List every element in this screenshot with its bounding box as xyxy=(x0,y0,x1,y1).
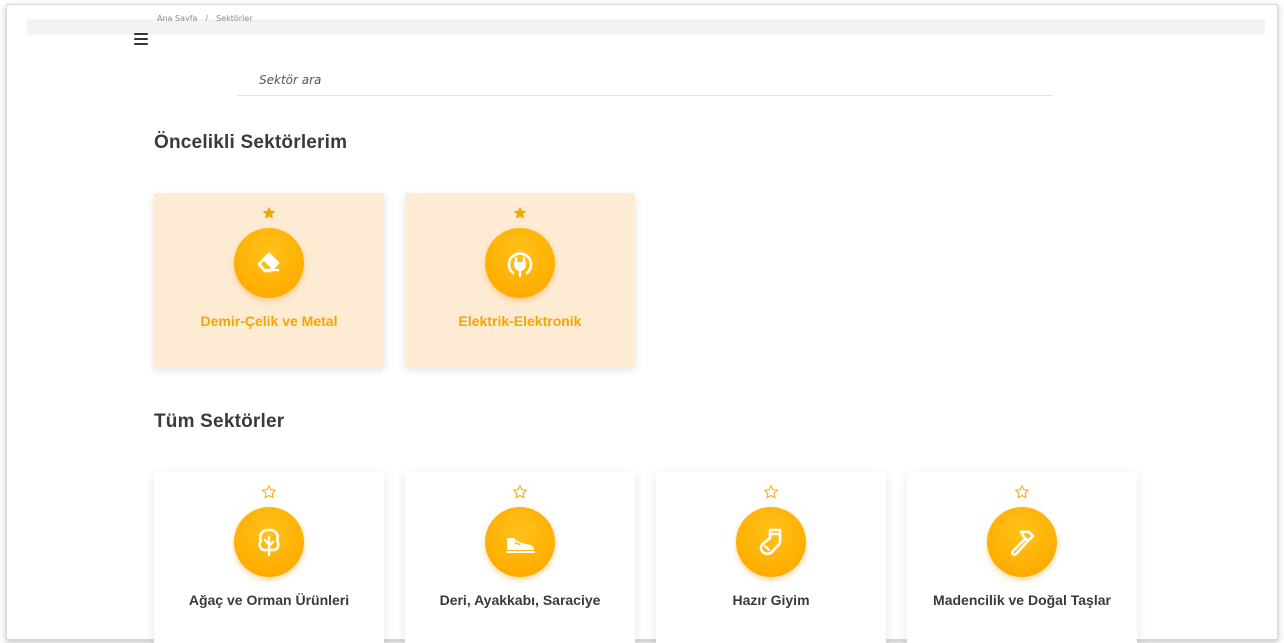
tree-icon xyxy=(234,507,304,577)
star-outline-icon[interactable] xyxy=(261,484,277,500)
sector-label: Demir-Çelik ve Metal xyxy=(200,313,338,329)
sector-card-deri[interactable]: Deri, Ayakkabı, Saraciye xyxy=(405,472,635,643)
plug-icon xyxy=(485,228,555,298)
star-outline-icon[interactable] xyxy=(1014,484,1030,500)
sector-card-demir-celik[interactable]: Demir-Çelik ve Metal xyxy=(154,193,384,367)
all-sectors-section-title: Tüm Sektörler xyxy=(154,411,285,432)
hammer-icon xyxy=(987,507,1057,577)
breadcrumb-home[interactable]: Ana Sayfa xyxy=(157,15,197,21)
sector-label: Hazır Giyim xyxy=(732,592,810,608)
star-outline-icon[interactable] xyxy=(512,484,528,500)
sector-card-hazir-giyim[interactable]: Hazır Giyim xyxy=(656,472,886,643)
sock-icon xyxy=(736,507,806,577)
sector-label: Deri, Ayakkabı, Saraciye xyxy=(439,592,601,608)
star-filled-icon[interactable] xyxy=(512,205,528,221)
star-outline-icon[interactable] xyxy=(763,484,779,500)
star-filled-icon[interactable] xyxy=(261,205,277,221)
eraser-icon xyxy=(234,228,304,298)
search-input[interactable] xyxy=(237,65,1053,96)
sector-card-agac[interactable]: Ağaç ve Orman Ürünleri xyxy=(154,472,384,643)
favorites-section-title: Öncelikli Sektörlerim xyxy=(154,132,348,153)
shoe-icon xyxy=(485,507,555,577)
sector-label: Madencilik ve Doğal Taşlar xyxy=(933,592,1111,608)
breadcrumb: Ana Sayfa / Sektörler xyxy=(157,15,253,21)
sector-card-elektrik[interactable]: Elektrik-Elektronik xyxy=(405,193,635,367)
breadcrumb-separator: / xyxy=(205,15,209,21)
breadcrumb-current: Sektörler xyxy=(216,15,253,21)
top-bar xyxy=(27,19,1265,35)
sector-label: Ağaç ve Orman Ürünleri xyxy=(188,592,350,608)
menu-icon[interactable] xyxy=(130,31,152,47)
sector-label: Elektrik-Elektronik xyxy=(458,313,582,329)
sector-card-madencilik[interactable]: Madencilik ve Doğal Taşlar xyxy=(907,472,1137,643)
